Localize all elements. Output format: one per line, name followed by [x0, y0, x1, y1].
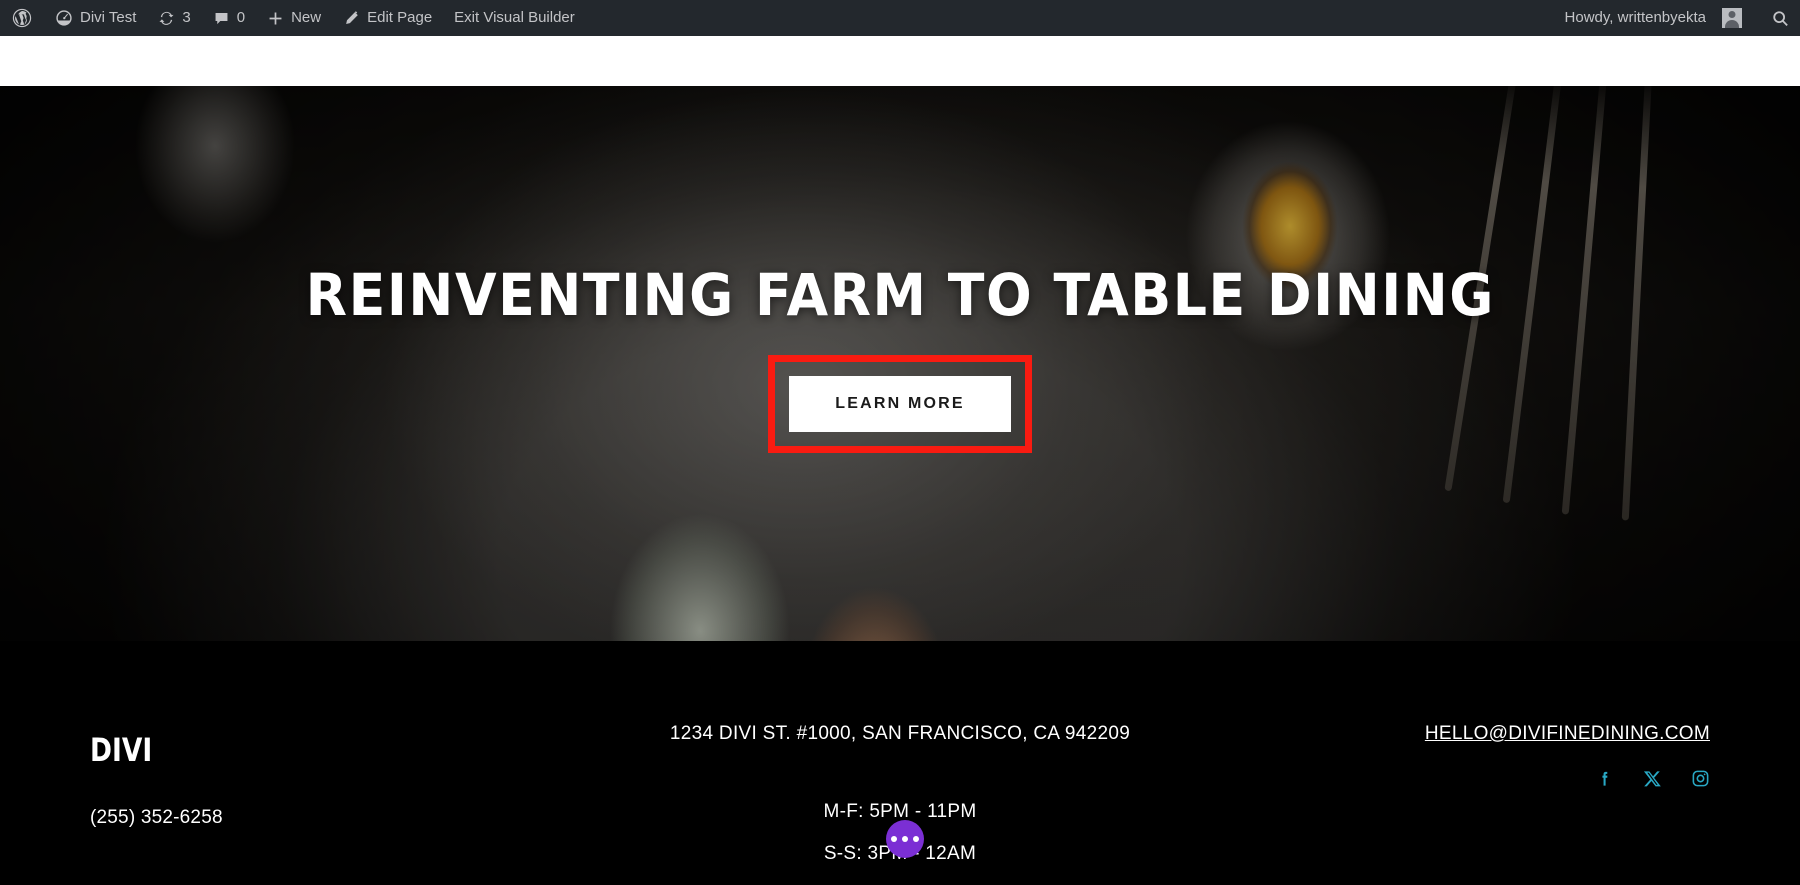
- wp-logo-menu[interactable]: [0, 0, 44, 36]
- comment-bubble-icon: [213, 10, 230, 27]
- comments-menu[interactable]: 0: [202, 0, 256, 36]
- learn-more-button[interactable]: Learn More: [789, 376, 1011, 432]
- facebook-icon[interactable]: [1595, 769, 1614, 788]
- hero-title: Reinventing Farm To Table Dining: [305, 261, 1495, 329]
- footer-phone[interactable]: (255) 352-6258: [90, 807, 630, 829]
- new-content-menu[interactable]: New: [256, 0, 332, 36]
- divi-logo: DIVI: [90, 731, 153, 769]
- revisions-icon: [158, 10, 175, 27]
- site-header-bar: [0, 36, 1800, 86]
- search-icon[interactable]: [1771, 9, 1790, 28]
- dot: [891, 836, 897, 842]
- dashboard-icon: [55, 9, 73, 27]
- admin-bar-right-group: Howdy, writtenbyekta: [1554, 0, 1800, 36]
- plus-icon: [267, 10, 284, 27]
- x-twitter-icon[interactable]: [1643, 769, 1662, 788]
- footer-address: 1234 DIVI ST. #1000, SAN FRANCISCO, CA 9…: [669, 723, 1131, 744]
- edit-page-menu[interactable]: Edit Page: [332, 0, 443, 36]
- hero-content: Reinventing Farm To Table Dining Learn M…: [0, 86, 1800, 641]
- footer-email-link[interactable]: HELLO@DIVIFINEDINING.COM: [1425, 723, 1710, 744]
- instagram-icon[interactable]: [1691, 769, 1710, 788]
- pencil-icon: [343, 10, 360, 27]
- new-content-label: New: [291, 9, 322, 26]
- admin-bar-left-group: Divi Test 3 0 New Edit Page Exit Visual …: [0, 0, 586, 36]
- exit-visual-builder-label: Exit Visual Builder: [454, 9, 575, 26]
- exit-visual-builder-button[interactable]: Exit Visual Builder: [443, 0, 586, 36]
- dot: [902, 836, 908, 842]
- wp-admin-bar: Divi Test 3 0 New Edit Page Exit Visual …: [0, 0, 1800, 36]
- howdy-label: Howdy, writtenbyekta: [1564, 9, 1706, 26]
- footer-social-links: [1170, 769, 1710, 788]
- cta-wrapper: Learn More: [768, 355, 1032, 453]
- footer-column-right: HELLO@DIVIFINEDINING.COM: [1170, 641, 1800, 885]
- my-account-menu[interactable]: Howdy, writtenbyekta: [1554, 0, 1753, 36]
- footer-column-left: DIVI (255) 352-6258: [0, 641, 630, 885]
- hero-section: Reinventing Farm To Table Dining Learn M…: [0, 86, 1800, 641]
- site-name-menu[interactable]: Divi Test: [44, 0, 147, 36]
- edit-page-label: Edit Page: [367, 9, 433, 26]
- site-name-label: Divi Test: [80, 9, 137, 26]
- wordpress-logo-icon: [11, 7, 33, 29]
- comments-count: 0: [236, 9, 246, 26]
- divi-settings-dots-icon[interactable]: [886, 820, 924, 858]
- dot: [913, 836, 919, 842]
- user-avatar-icon: [1722, 8, 1742, 28]
- revisions-menu[interactable]: 3: [147, 0, 201, 36]
- revisions-count: 3: [182, 9, 191, 26]
